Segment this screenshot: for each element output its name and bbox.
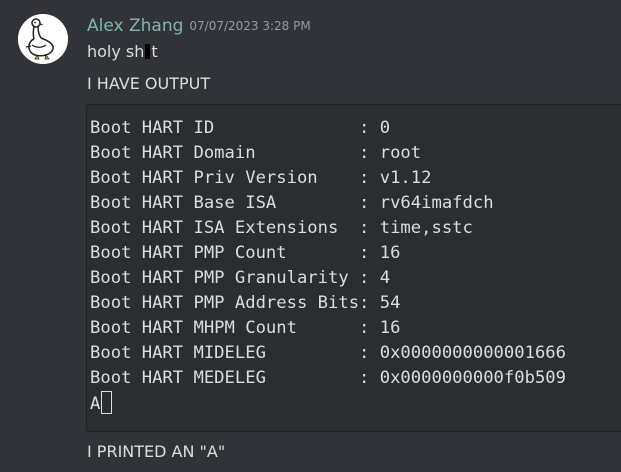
text-cursor-icon xyxy=(145,44,151,59)
message-line: I HAVE OUTPUT xyxy=(87,74,211,93)
code-last-text: A xyxy=(90,394,101,414)
code-line: Boot HART ID : 0 xyxy=(90,118,391,138)
code-line: Boot HART Base ISA : rv64imafdch xyxy=(90,193,494,213)
message-line: I PRINTED AN "A" xyxy=(87,442,226,461)
code-line: Boot HART MEDELEG : 0x0000000000f0b509 xyxy=(90,368,566,388)
code-line: Boot HART Priv Version : v1.12 xyxy=(90,168,432,188)
code-block: Boot HART ID : 0 Boot HART Domain : root B… xyxy=(86,104,621,432)
message-text: holy sh xyxy=(87,42,145,61)
code-line: Boot HART PMP Granularity : 4 xyxy=(90,268,391,288)
code-content: Boot HART ID : 0 Boot HART Domain : root B… xyxy=(90,116,566,416)
message-text: t xyxy=(151,42,158,61)
code-line: Boot HART ISA Extensions : time,sstc xyxy=(90,218,473,238)
code-line: Boot HART MHPM Count : 16 xyxy=(90,318,401,338)
message-line: holy sh t xyxy=(87,42,158,61)
code-line-last: A xyxy=(90,391,566,416)
username[interactable]: Alex Zhang xyxy=(87,16,183,36)
code-line: Boot HART PMP Count : 16 xyxy=(90,243,401,263)
terminal-cursor-icon xyxy=(101,391,113,414)
code-line: Boot HART Domain : root xyxy=(90,143,422,163)
goose-avatar-icon xyxy=(18,14,68,64)
user-avatar[interactable] xyxy=(18,14,68,64)
code-line: Boot HART PMP Address Bits: 54 xyxy=(90,293,401,313)
chat-message: Alex Zhang 07/07/2023 3:28 PM holy sh t I … xyxy=(0,0,621,472)
code-line: Boot HART MIDELEG : 0x0000000000001666 xyxy=(90,343,566,363)
message-header: Alex Zhang 07/07/2023 3:28 PM xyxy=(87,16,311,38)
message-timestamp: 07/07/2023 3:28 PM xyxy=(189,19,311,33)
